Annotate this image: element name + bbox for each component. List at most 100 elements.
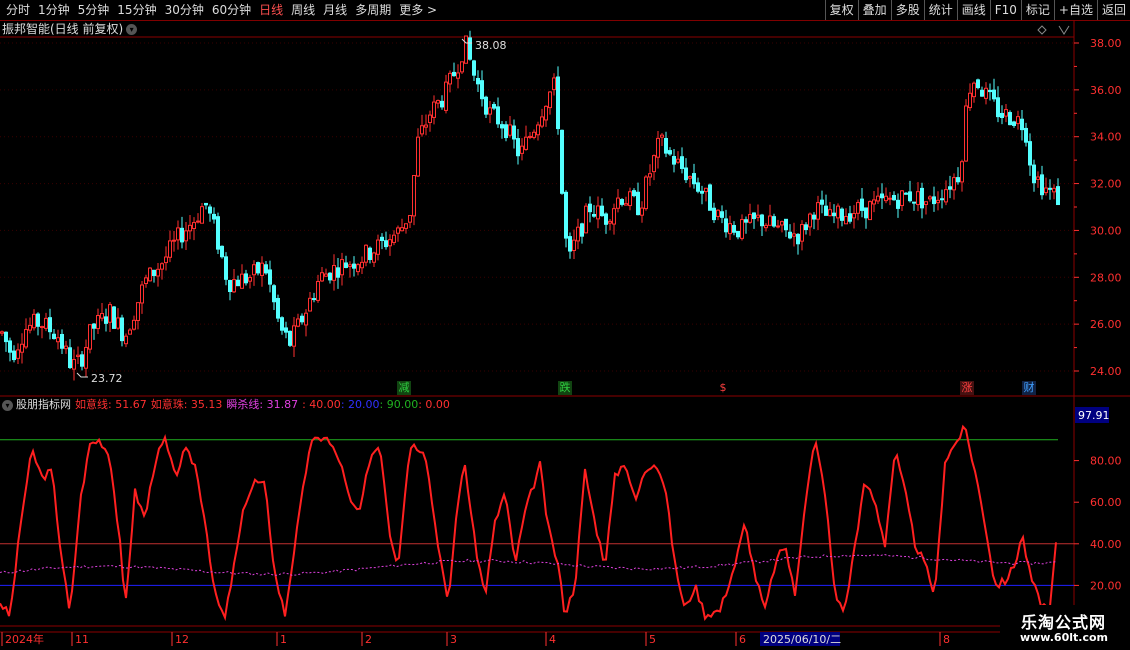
event-marker-0[interactable]: 减	[397, 381, 411, 395]
dropdown-circle-icon[interactable]: ▾	[126, 24, 138, 35]
candle-body	[32, 313, 36, 329]
candle-body	[784, 218, 788, 231]
candle-body	[156, 268, 160, 277]
candle-body	[1024, 127, 1028, 143]
candle-body	[356, 264, 360, 273]
candle-body	[628, 191, 632, 207]
candle-body	[360, 261, 364, 269]
candle-body	[736, 230, 740, 238]
candle-body	[328, 272, 332, 281]
candle-body	[840, 208, 844, 221]
candle-body	[344, 262, 348, 268]
candle-body	[1048, 187, 1052, 190]
xaxis-label-0: 2024年	[5, 632, 44, 646]
candle-body	[484, 96, 488, 115]
candle-body	[448, 72, 452, 85]
candle-body	[212, 213, 216, 220]
candle-body	[1040, 174, 1044, 196]
candle-body	[928, 196, 932, 200]
candle-body	[128, 329, 132, 335]
candle-body	[332, 264, 336, 281]
candle-body	[152, 269, 156, 277]
candle-body	[696, 182, 700, 192]
candle-body	[824, 205, 828, 216]
candle-body	[864, 207, 868, 219]
candle-body	[728, 223, 732, 235]
candle-body	[580, 223, 584, 237]
candle-body	[688, 176, 692, 179]
candle-body	[972, 82, 976, 98]
candle-body	[116, 317, 120, 329]
xaxis-label-2: 12	[175, 633, 189, 646]
candle-body	[208, 206, 212, 214]
xaxis-label-1: 11	[75, 633, 89, 646]
candle-body	[740, 219, 744, 239]
level0-legend: : 0.00	[418, 398, 450, 411]
candle-body	[796, 233, 800, 245]
candle-body	[744, 219, 748, 223]
candle-body	[820, 199, 824, 205]
candle-body	[412, 174, 416, 217]
candle-body	[220, 245, 224, 258]
chevron-down-icon	[1058, 25, 1070, 35]
candle-body	[60, 334, 64, 349]
event-marker-4[interactable]: 财	[1022, 381, 1036, 395]
candle-body	[392, 234, 396, 243]
candle-body	[832, 212, 836, 217]
candle-body	[184, 230, 188, 242]
candle-body	[884, 195, 888, 202]
candle-body	[536, 124, 540, 136]
candle-body	[464, 35, 468, 64]
candle-body	[256, 262, 260, 274]
line3-legend: 瞬杀线: 31.87	[226, 398, 299, 411]
candle-body	[584, 205, 588, 234]
candle-body	[764, 224, 768, 229]
candle-body	[732, 225, 736, 233]
candle-body	[752, 212, 756, 220]
candle-body	[508, 124, 512, 136]
indicator-name: 股朋指标网	[16, 398, 71, 411]
candle-body	[336, 267, 340, 278]
event-marker-2[interactable]: $	[716, 381, 730, 395]
candle-body	[264, 264, 268, 274]
ruyi-line	[0, 424, 1057, 622]
candle-body	[1036, 176, 1040, 180]
candle-body	[1032, 164, 1036, 184]
price-label-1: 36.00	[1090, 84, 1122, 97]
candle-body	[68, 347, 72, 369]
level40-legend: : 40.00	[302, 398, 341, 411]
candle-body	[612, 208, 616, 225]
candle-body	[652, 155, 656, 173]
candle-body	[608, 220, 612, 224]
candle-body	[8, 340, 12, 353]
price-label-5: 28.00	[1090, 271, 1122, 284]
candle-body	[712, 207, 716, 221]
event-marker-1[interactable]: 跌	[558, 381, 572, 395]
candle-body	[552, 77, 556, 91]
candle-body	[268, 269, 272, 285]
candle-body	[492, 104, 496, 109]
candle-body	[1028, 141, 1032, 166]
candle-body	[516, 138, 520, 157]
candle-body	[64, 345, 68, 350]
candle-body	[924, 201, 928, 205]
chart-canvas: 38.00 36.00 34.00 32.00 30.00 28.00 26.00 24.00…	[0, 20, 1130, 646]
price-label-4: 30.00	[1090, 224, 1122, 237]
indicator-menu-icon[interactable]: ▾	[2, 399, 13, 411]
candle-body	[756, 214, 760, 218]
candle-body	[76, 354, 80, 358]
candle-body	[624, 203, 628, 206]
candle-body	[200, 206, 204, 224]
candle-body	[936, 199, 940, 204]
candle-body	[228, 279, 232, 293]
candle-body	[980, 89, 984, 97]
candle-body	[88, 324, 92, 350]
candle-body	[968, 92, 972, 109]
candle-body	[952, 177, 956, 191]
candle-body	[252, 264, 256, 276]
level20-legend: : 20.00	[340, 398, 380, 411]
candle-body	[260, 262, 264, 276]
candle-body	[600, 205, 604, 217]
candle-body	[528, 135, 532, 138]
event-marker-3[interactable]: 涨	[960, 381, 974, 395]
